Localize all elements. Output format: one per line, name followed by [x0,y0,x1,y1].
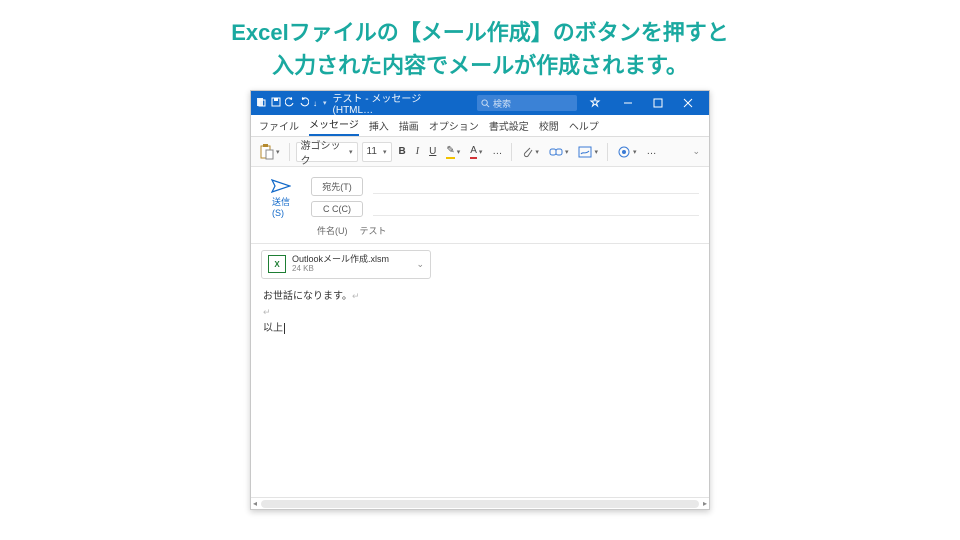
caption-line-1: Excelファイルの【メール作成】のボタンを押すと [0,16,960,49]
underline-button[interactable]: U [426,142,439,162]
tab-options[interactable]: オプション [429,115,479,136]
compose-header: 送信(S) 宛先(T) C C(C) 件名(U) テスト [251,167,709,244]
tab-file[interactable]: ファイル [259,115,299,136]
chevron-down-icon: ▾ [276,148,280,156]
send-icon [271,179,291,193]
chevron-down-icon: ▾ [349,148,353,156]
attachment-chip[interactable]: X Outlookメール作成.xlsm 24 KB ⌄ [261,250,431,279]
scroll-track[interactable] [261,500,699,508]
save-icon[interactable] [271,97,281,110]
signature-button[interactable]: ▾ [575,142,601,162]
quick-access: ↓ ▾ [257,97,327,110]
redo-icon[interactable] [299,97,309,110]
outlook-icon [257,97,267,110]
highlight-button[interactable]: ✎ ▾ [443,142,463,162]
chevron-down-icon: ▾ [565,148,569,156]
ribbon-collapse-icon[interactable]: ⌄ [689,142,703,162]
tab-draw[interactable]: 描画 [399,115,419,136]
more-commands[interactable]: … [643,142,659,162]
down-icon[interactable]: ↓ [313,99,317,108]
font-size-combo[interactable]: 11 ▾ [362,142,392,162]
close-button[interactable] [673,91,703,115]
titlebar: ↓ ▾ テスト - メッセージ (HTML… 検索 [251,91,709,115]
to-button[interactable]: 宛先(T) [311,177,363,196]
font-name-value: 游ゴシック [301,137,347,167]
excel-icon: X [268,255,286,273]
body-line-2: ↵ [263,305,697,321]
font-name-combo[interactable]: 游ゴシック ▾ [296,142,358,162]
search-box[interactable]: 検索 [477,95,577,111]
chevron-down-icon: ▾ [457,148,461,156]
ribbon-toolbar: ▾ 游ゴシック ▾ 11 ▾ B I U ✎ ▾ A ▾ … ▾ ▾ [251,137,709,167]
message-body[interactable]: お世話になります。↵ ↵ 以上 [251,285,709,497]
chevron-down-icon: ▾ [383,148,387,156]
scroll-left-icon[interactable]: ◂ [253,499,257,508]
subject-label: 件名(U) [317,224,348,237]
qa-more-icon[interactable]: ▾ [323,99,327,107]
page-caption: Excelファイルの【メール作成】のボタンを押すと 入力された内容でメールが作成… [0,0,960,82]
window-buttons [613,91,703,115]
body-line-3: 以上 [263,321,697,337]
coming-soon-icon[interactable] [589,97,601,109]
ribbon-tabs: ファイル メッセージ 挿入 描画 オプション 書式設定 校閲 ヘルプ [251,115,709,137]
body-line-1: お世話になります。↵ [263,289,697,305]
tab-message[interactable]: メッセージ [309,113,359,136]
format-more[interactable]: … [489,142,505,162]
horizontal-scrollbar[interactable]: ◂ ▸ [251,497,709,509]
font-size-value: 11 [367,146,377,157]
attach-file-button[interactable]: ▾ [518,142,542,162]
paste-button[interactable]: ▾ [257,142,283,162]
highlight-icon: ✎ [446,145,454,159]
link-button[interactable]: ▾ [546,142,572,162]
minimize-button[interactable] [613,91,643,115]
cc-button[interactable]: C C(C) [311,201,363,217]
sensitivity-button[interactable]: ▾ [614,142,640,162]
italic-button[interactable]: I [413,142,422,162]
subject-value[interactable]: テスト [360,224,387,237]
attachment-size: 24 KB [292,265,389,274]
search-icon [481,99,490,108]
font-color-icon: A [470,145,477,159]
bold-button[interactable]: B [396,142,409,162]
outlook-compose-window: ↓ ▾ テスト - メッセージ (HTML… 検索 ファイル メッセージ 挿入 … [250,90,710,510]
tab-help[interactable]: ヘルプ [569,115,599,136]
font-color-button[interactable]: A ▾ [467,142,485,162]
chevron-down-icon: ▾ [479,148,483,156]
to-field[interactable] [373,180,699,194]
maximize-button[interactable] [643,91,673,115]
tab-format[interactable]: 書式設定 [489,115,529,136]
send-button[interactable]: 送信(S) [263,177,299,219]
tab-review[interactable]: 校閲 [539,115,559,136]
chevron-down-icon: ▾ [535,148,539,156]
search-placeholder: 検索 [493,97,511,110]
chevron-down-icon: ▾ [594,148,598,156]
cc-field[interactable] [373,202,699,216]
chevron-down-icon: ▾ [633,148,637,156]
tab-insert[interactable]: 挿入 [369,115,389,136]
window-title: テスト - メッセージ (HTML… [333,90,461,116]
scroll-right-icon[interactable]: ▸ [703,499,707,508]
caption-line-2: 入力された内容でメールが作成されます。 [0,49,960,82]
undo-icon[interactable] [285,97,295,110]
attachment-menu-icon[interactable]: ⌄ [416,259,424,270]
send-label: 送信(S) [272,195,290,218]
